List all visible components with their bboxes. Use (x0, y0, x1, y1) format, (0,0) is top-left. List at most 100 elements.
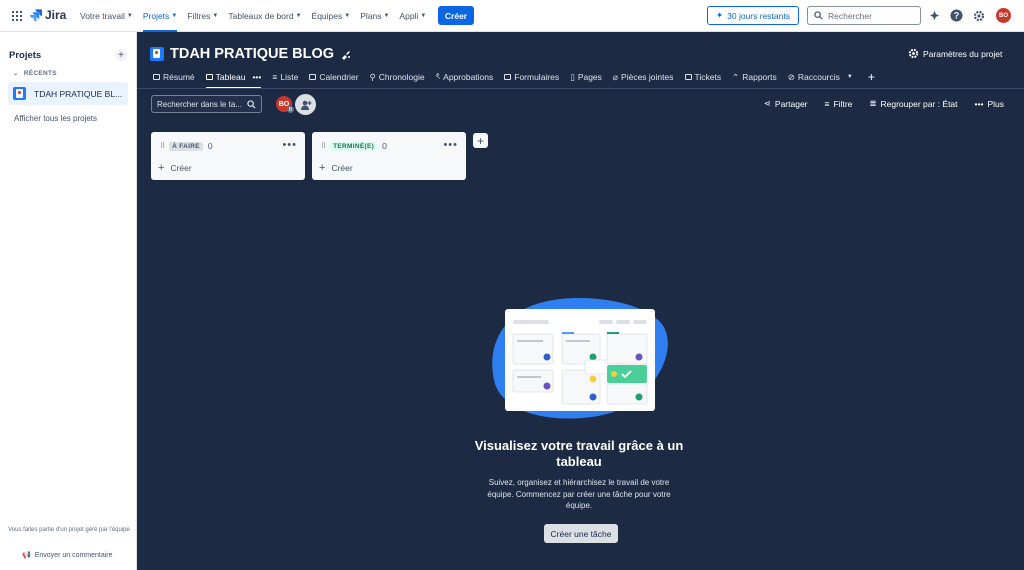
globe-icon (153, 74, 160, 80)
board-column-todo: ⠿ À FAIRE 0 ••• + Créer (151, 132, 305, 180)
search-input[interactable]: Rechercher (807, 6, 921, 25)
board-actions: ⋖ Partager ≡ Filtre ≣ Regrouper par : État … (764, 98, 1004, 109)
search-placeholder: Rechercher (828, 10, 872, 21)
tab-summary[interactable]: Résumé (153, 68, 195, 86)
settings-gear-icon[interactable] (972, 9, 985, 22)
empty-state-description: Suivez, organisez et hiérarchisez le tra… (487, 478, 671, 510)
project-header: TDAH PRATIQUE BLOG (150, 46, 351, 62)
calendar-icon (309, 74, 317, 80)
share-button[interactable]: ⋖ Partager (764, 98, 808, 109)
tab-pages[interactable]: ▯ Pages (570, 68, 602, 86)
add-tab-button[interactable]: + (868, 68, 875, 86)
add-column-button[interactable]: + (473, 133, 488, 148)
chevron-down-icon: ▼ (420, 13, 427, 19)
gear-icon (908, 48, 919, 59)
nav-label: Équipes (311, 11, 343, 21)
more-button[interactable]: ••• Plus (975, 98, 1004, 109)
status-badge: À FAIRE (169, 141, 203, 151)
nav-label: Filtres (187, 11, 211, 21)
sidebar-title: Projets (9, 50, 42, 61)
megaphone-icon: 📢 (22, 552, 31, 559)
more-label: Plus (987, 98, 1004, 109)
nav-item-dashboards[interactable]: Tableaux de bord ▼ (228, 0, 301, 32)
create-issue-button[interactable]: + Créer (319, 162, 353, 174)
help-icon[interactable]: ? (950, 9, 963, 22)
tab-forms[interactable]: Formulaires (504, 68, 559, 86)
sidebar: Projets + ⌄ RÉCENTS TDAH PRATIQUE BL... … (0, 32, 137, 570)
project-settings-button[interactable]: Paramètres du projet (908, 48, 1002, 59)
column-more-icon[interactable]: ••• (443, 139, 458, 151)
create-issue-button[interactable]: + Créer (158, 162, 192, 174)
tab-approvals[interactable]: ৎ Approbations (436, 68, 494, 86)
filter-label: Filtre (833, 98, 853, 109)
avatar-badge: B (287, 106, 294, 113)
column-header[interactable]: ⠿ TERMINÉ(E) 0 (321, 141, 387, 151)
trial-button[interactable]: ✦ 30 jours restants (707, 6, 799, 25)
add-person-icon (300, 100, 311, 110)
column-count: 0 (382, 141, 387, 151)
add-project-button[interactable]: + (115, 49, 127, 61)
chevron-down-icon: ▼ (383, 13, 390, 19)
sparkle-icon: ✦ (716, 10, 724, 20)
nav-item-plans[interactable]: Plans ▼ (360, 0, 389, 32)
tab-label: Calendrier (319, 72, 359, 82)
empty-state-title: Visualisez votre travail grâce à un tabl… (474, 438, 684, 469)
chart-icon: ⌃ (732, 71, 740, 82)
tab-attachments[interactable]: ⌀ Pièces jointes (613, 68, 674, 86)
board-illustration (492, 297, 668, 419)
tab-board[interactable]: Tableau ••• (205, 68, 261, 89)
tab-tickets[interactable]: Tickets (684, 68, 722, 86)
tab-reports[interactable]: ⌃ Rapports (732, 68, 777, 86)
notifications-icon[interactable] (928, 9, 941, 22)
user-avatar[interactable]: BO (996, 8, 1011, 23)
tab-label: Tickets (694, 72, 722, 82)
filter-icon: ≡ (824, 98, 830, 109)
column-more-icon[interactable]: ••• (282, 139, 297, 151)
nav-item-projects[interactable]: Projets ▼ (142, 0, 178, 32)
tab-shortcuts[interactable]: ⊘ Raccourcis ▼ (788, 68, 853, 86)
more-icon[interactable]: ••• (252, 72, 261, 82)
create-label: Créer (170, 163, 192, 173)
tab-label: Pièces jointes (621, 72, 674, 82)
board-search-input[interactable]: Rechercher dans le ta... (151, 95, 262, 113)
filter-button[interactable]: ≡ Filtre (825, 98, 853, 109)
nav-label: Tableaux de bord (228, 11, 294, 21)
project-icon (150, 47, 164, 61)
show-all-projects-link[interactable]: Afficher tous les projets (14, 114, 97, 123)
nav-item-apps[interactable]: Appli ▼ (399, 0, 426, 32)
chevron-down-icon: ▼ (295, 13, 302, 19)
team-managed-notice: Vous faites partie d'un projet géré par … (8, 527, 130, 533)
nav-item-teams[interactable]: Équipes ▼ (312, 0, 351, 32)
nav-label: Appli (399, 11, 419, 21)
more-icon: ••• (974, 98, 984, 109)
nav-label: Projets (142, 11, 170, 21)
chevron-down-icon: ▼ (846, 74, 853, 80)
form-icon (504, 74, 512, 80)
tab-list[interactable]: ≡ Liste (272, 68, 298, 86)
list-icon: ≡ (272, 72, 278, 82)
jira-logo[interactable]: Jira (29, 8, 66, 22)
tab-label: Raccourcis (797, 72, 840, 82)
sidebar-item-project[interactable]: TDAH PRATIQUE BL... (8, 82, 128, 105)
create-task-button[interactable]: Créer une tâche (544, 524, 618, 543)
sidebar-project-name: TDAH PRATIQUE BL... (34, 88, 123, 99)
group-icon: ≣ (869, 98, 877, 108)
plus-icon: + (319, 162, 326, 174)
nav-item-your-work[interactable]: Votre travail ▼ (80, 0, 133, 32)
column-header[interactable]: ⠿ À FAIRE 0 (160, 141, 213, 151)
drag-handle-icon[interactable]: ⠿ (160, 142, 165, 150)
tab-calendar[interactable]: Calendrier (309, 68, 359, 86)
add-people-button[interactable] (295, 94, 316, 115)
create-button[interactable]: Créer (438, 6, 474, 25)
nav-item-filters[interactable]: Filtres ▼ (187, 0, 218, 32)
recents-section[interactable]: ⌄ RÉCENTS (13, 69, 57, 78)
board-column-done: ⠿ TERMINÉ(E) 0 ••• + Créer (312, 132, 466, 180)
group-by-button[interactable]: ≣ Regrouper par : État (869, 98, 957, 109)
tab-label: Approbations (443, 72, 494, 82)
feedback-button[interactable]: 📢 Envoyer un commentaire (22, 551, 113, 560)
theme-brush-icon[interactable] (340, 49, 351, 60)
app-switcher-icon[interactable] (12, 11, 22, 21)
tab-timeline[interactable]: ⚲ Chronologie (370, 68, 425, 86)
drag-handle-icon[interactable]: ⠿ (321, 142, 326, 150)
settings-label: Paramètres du projet (923, 48, 1003, 59)
